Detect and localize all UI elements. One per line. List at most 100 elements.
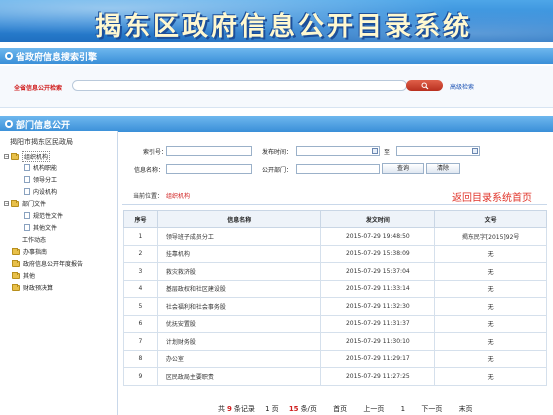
row-index: 1 (123, 227, 158, 246)
divider (122, 204, 547, 205)
dept-info-title: 部门信息公开 (16, 121, 71, 131)
collapse-icon[interactable]: − (4, 201, 9, 207)
calendar-icon[interactable] (472, 148, 478, 154)
last-page-link[interactable]: 末页 (459, 405, 473, 413)
col-header-name: 信息名称 (156, 210, 322, 228)
table-row[interactable]: 4 基层政权和社区建设股 2015-07-29 11:33:14 无 (123, 279, 547, 298)
total-count: 9 (227, 405, 232, 413)
collapse-icon[interactable]: − (4, 154, 9, 160)
dept-label: 公开部门： (262, 167, 293, 174)
table-header-row: 序号 信息名称 发文时间 文号 (123, 210, 547, 228)
row-index: 4 (123, 279, 158, 298)
row-title-link[interactable]: 救灾救济股 (156, 262, 322, 281)
row-doc-number: 无 (434, 367, 547, 386)
table-row[interactable]: 8 办公室 2015-07-29 11:29:17 无 (123, 349, 547, 368)
row-date: 2015-07-29 19:48:50 (320, 227, 436, 246)
province-search-button[interactable] (406, 80, 443, 91)
query-button[interactable]: 查询 (382, 163, 424, 174)
breadcrumb: 当前位置： 组织机构 (133, 191, 190, 200)
pager-text: 共 (218, 405, 225, 413)
folder-icon (12, 271, 20, 279)
tree-node-normative[interactable]: 规范性文件 (24, 211, 63, 220)
row-date: 2015-07-29 11:27:25 (320, 367, 436, 386)
row-doc-number: 无 (434, 349, 547, 368)
row-doc-number: 无 (434, 279, 547, 298)
province-search-title: 省政府信息搜索引擎 (16, 53, 98, 63)
row-doc-number: 无 (434, 297, 547, 316)
row-title-link[interactable]: 优抚安置股 (156, 314, 322, 333)
dept-input[interactable] (296, 164, 380, 174)
row-index: 6 (123, 314, 158, 333)
tree-node-label: 其他文件 (33, 225, 58, 232)
tree-node-budget[interactable]: 财政预决算 (12, 283, 53, 292)
row-doc-number: 无 (434, 262, 547, 281)
row-doc-number: 无 (434, 332, 547, 351)
table-row[interactable]: 9 区民政局主要职责 2015-07-29 11:27:25 无 (123, 367, 547, 386)
tree-node-annual-report[interactable]: 政府信息公开年度报告 (12, 259, 83, 268)
tree-node-org[interactable]: − 组织机构 (4, 151, 51, 162)
tree-node-internal[interactable]: 内设机构 (24, 187, 57, 196)
document-icon (24, 224, 30, 231)
dept-info-header: 部门信息公开 (0, 116, 553, 132)
tree-node-news[interactable]: 工作动态 (22, 235, 46, 244)
date-to-input[interactable] (396, 146, 480, 156)
province-search-header: 省政府信息搜索引擎 (0, 48, 553, 64)
row-doc-number: 揭东民字[2015]92号 (434, 227, 547, 246)
row-date: 2015-07-29 15:38:09 (320, 244, 436, 263)
row-index: 5 (123, 297, 158, 316)
prev-page-link[interactable]: 上一页 (363, 405, 384, 413)
table-row[interactable]: 5 社会福利和社会事务股 2015-07-29 11:32:30 无 (123, 297, 547, 316)
row-title-link[interactable]: 基层政权和社区建设股 (156, 279, 322, 298)
next-page-link[interactable]: 下一页 (421, 405, 442, 413)
first-page-link[interactable]: 首页 (333, 405, 347, 413)
category-tree: 揭阳市揭东区民政局 − 组织机构 机构职能 领导分工 内设机构 − 部门文件 规… (0, 131, 118, 415)
back-to-home-link[interactable]: 返回目录系统首页 (452, 189, 532, 204)
row-date: 2015-07-29 11:30:10 (320, 332, 436, 351)
advanced-search-link[interactable]: 高级检索 (450, 82, 474, 91)
row-title-link[interactable]: 社会福利和社会事务股 (156, 297, 322, 316)
index-input[interactable] (166, 146, 252, 156)
row-title-link[interactable]: 领导班子成员分工 (156, 227, 322, 246)
folder-icon (12, 247, 20, 255)
current-page: 1 (400, 405, 406, 413)
table-row[interactable]: 6 优抚安置股 2015-07-29 11:31:37 无 (123, 314, 547, 333)
row-title-link[interactable]: 区民政局主要职责 (156, 367, 322, 386)
date-label: 发布时间： (262, 149, 293, 156)
breadcrumb-current[interactable]: 组织机构 (166, 193, 190, 200)
province-search-input[interactable] (72, 80, 407, 91)
tree-node-guide[interactable]: 办事指南 (12, 247, 47, 256)
tree-node-label: 机构职能 (33, 165, 58, 172)
tree-node-label: 部门文件 (22, 201, 47, 208)
row-index: 8 (123, 349, 158, 368)
province-search-label: 全省信息公开检索 (14, 85, 63, 92)
row-title-link[interactable]: 挂靠机构 (156, 244, 322, 263)
table-row[interactable]: 3 救灾救济股 2015-07-29 15:37:04 无 (123, 262, 547, 281)
date-from-input[interactable] (296, 146, 380, 156)
clear-button[interactable]: 清除 (426, 163, 460, 174)
per-page-count: 15 (288, 405, 299, 413)
col-header-index: 序号 (123, 210, 158, 228)
tree-node-label: 工作动态 (22, 237, 47, 244)
row-title-link[interactable]: 计划财务股 (156, 332, 322, 351)
tree-node-label: 内设机构 (33, 189, 58, 196)
tree-node-functions[interactable]: 机构职能 (24, 163, 57, 172)
name-input[interactable] (166, 164, 252, 174)
document-icon (24, 164, 30, 171)
tree-node-label: 组织机构 (22, 151, 51, 162)
calendar-icon[interactable] (372, 148, 378, 154)
row-index: 3 (123, 262, 158, 281)
table-row[interactable]: 2 挂靠机构 2015-07-29 15:38:09 无 (123, 244, 547, 263)
table-row[interactable]: 1 领导班子成员分工 2015-07-29 19:48:50 揭东民字[2015]92… (123, 227, 547, 246)
row-date: 2015-07-29 11:33:14 (320, 279, 436, 298)
row-date: 2015-07-29 11:32:30 (320, 297, 436, 316)
tree-node-other-docs[interactable]: 其他文件 (24, 223, 57, 232)
tree-node-leaders[interactable]: 领导分工 (24, 175, 57, 184)
tree-node-dept-docs[interactable]: − 部门文件 (4, 199, 46, 208)
site-banner: 揭东区政府信息公开目录系统 (0, 0, 553, 42)
name-label: 信息名称： (134, 167, 165, 174)
tree-node-other[interactable]: 其他 (12, 271, 35, 280)
row-title-link[interactable]: 办公室 (156, 349, 322, 368)
tree-node-label: 财政预决算 (23, 285, 54, 292)
search-icon (421, 82, 429, 90)
table-row[interactable]: 7 计划财务股 2015-07-29 11:30:10 无 (123, 332, 547, 351)
